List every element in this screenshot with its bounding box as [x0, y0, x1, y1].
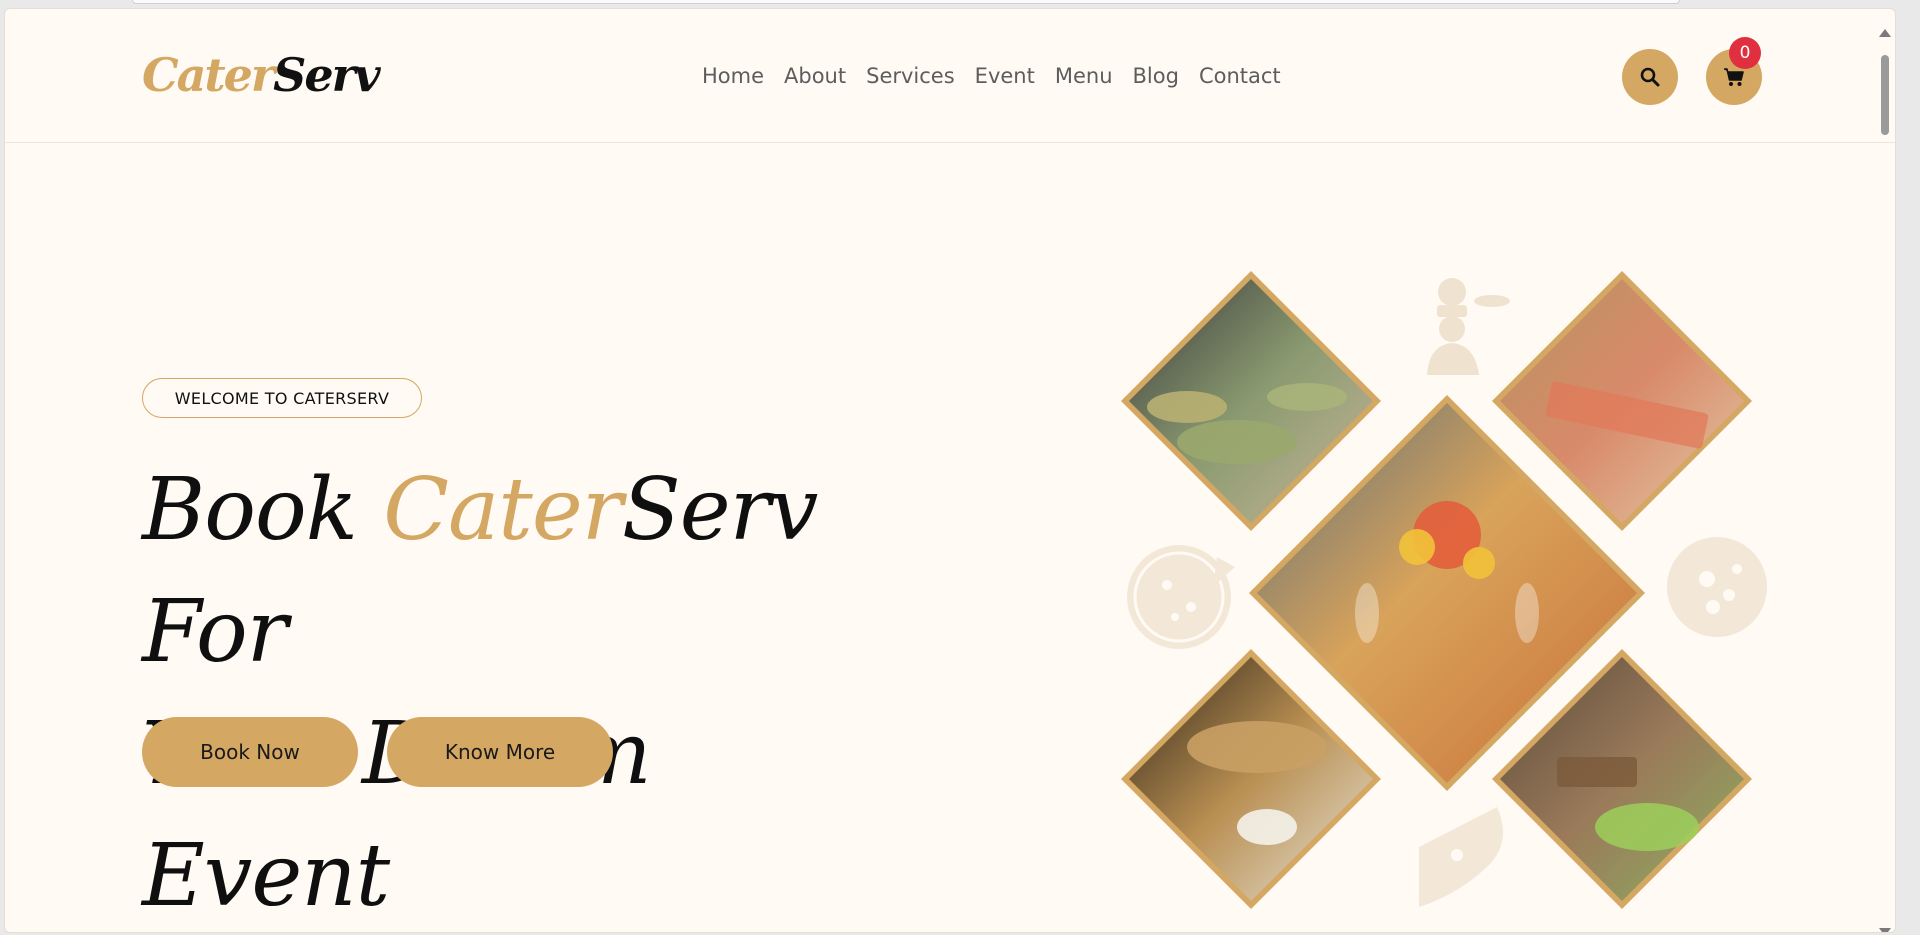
nav-item-home[interactable]: Home: [702, 61, 764, 91]
pizza-icon: [1667, 537, 1767, 637]
logo-part-cater: Cater: [142, 48, 275, 102]
logo-part-serv: Serv: [273, 48, 380, 102]
gallery-image-chafing-dish: [1121, 649, 1381, 909]
scroll-thumb[interactable]: [1881, 55, 1889, 135]
nav-item-event[interactable]: Event: [975, 61, 1035, 91]
hero-title-highlight: Cater: [383, 460, 623, 560]
cart-count-badge: 0: [1729, 37, 1761, 69]
book-now-button[interactable]: Book Now: [142, 717, 358, 787]
browser-top-edge: [132, 0, 1680, 4]
hero-title: Book CaterServ For Your Dream Event: [142, 449, 922, 932]
page-scrollbar[interactable]: [1877, 21, 1895, 932]
scroll-up-arrow-icon[interactable]: [1879, 29, 1891, 37]
nav-item-services[interactable]: Services: [866, 61, 955, 91]
page-frame: CaterServ Home About Services Event Menu…: [4, 8, 1896, 933]
scroll-down-arrow-icon[interactable]: [1879, 928, 1891, 932]
nav-item-about[interactable]: About: [784, 61, 846, 91]
hero-gallery: [1121, 271, 1767, 909]
hero-title-part1: Book: [142, 460, 384, 560]
welcome-tagline: WELCOME TO CATERSERV: [142, 378, 422, 418]
nav-item-blog[interactable]: Blog: [1133, 61, 1179, 91]
site-logo[interactable]: CaterServ: [142, 45, 381, 105]
nav-item-menu[interactable]: Menu: [1055, 61, 1113, 91]
main-nav: Home About Services Event Menu Blog Cont…: [702, 61, 1281, 91]
search-button[interactable]: [1622, 49, 1678, 105]
pizza-slice-icon: [1419, 807, 1504, 907]
gallery-image-buffet-salads: [1121, 271, 1381, 531]
nav-item-contact[interactable]: Contact: [1199, 61, 1281, 91]
cart-icon: [1724, 68, 1744, 86]
pizza-icon: [1127, 545, 1235, 649]
know-more-button[interactable]: Know More: [387, 717, 613, 787]
site-header: CaterServ Home About Services Event Menu…: [5, 9, 1895, 143]
search-icon: [1640, 67, 1660, 87]
chef-icon: [1427, 278, 1510, 375]
